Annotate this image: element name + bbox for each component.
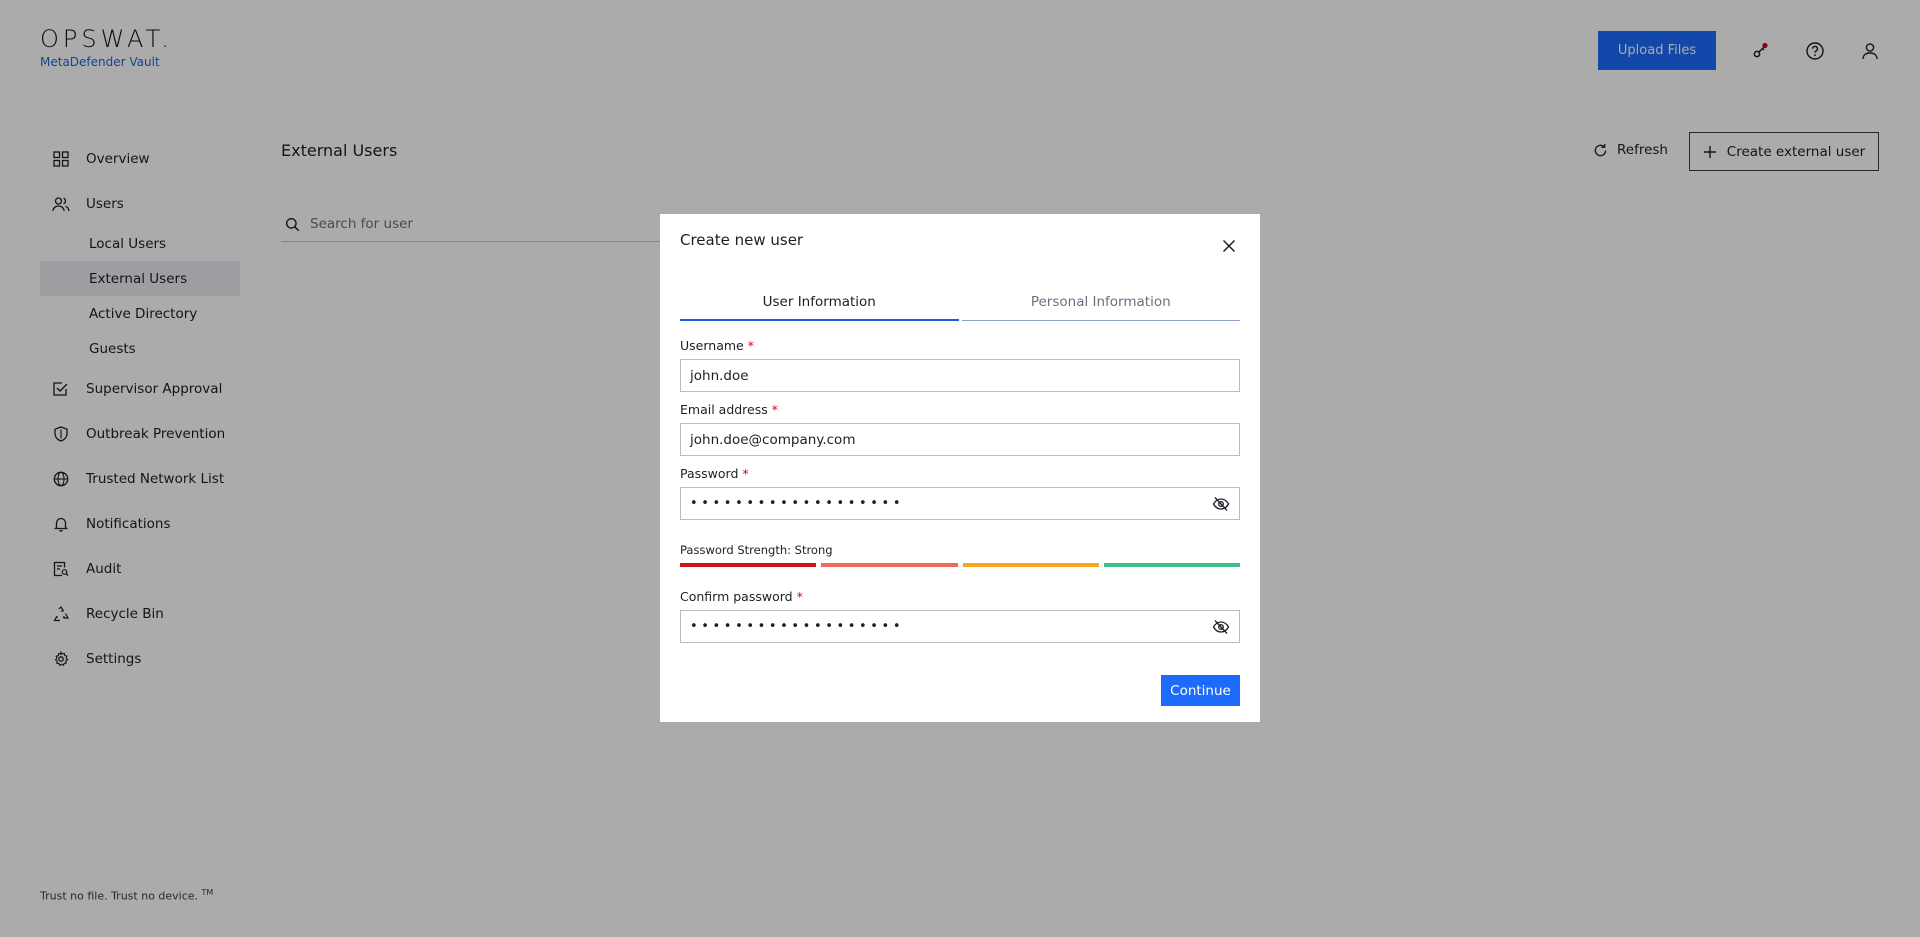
required-marker: * — [742, 466, 749, 481]
email-label-text: Email address — [680, 402, 768, 417]
dialog-tabs: User Information Personal Information — [680, 291, 1240, 321]
password-field[interactable]: ••••••••••••••••••• — [680, 487, 1240, 520]
password-strength-label: Password Strength: Strong — [680, 543, 833, 557]
tab-personal-information[interactable]: Personal Information — [961, 291, 1240, 321]
strength-segment-1 — [680, 563, 817, 567]
email-value: john.doe@company.com — [690, 431, 856, 448]
close-icon[interactable] — [1221, 238, 1237, 254]
required-marker: * — [796, 589, 803, 604]
confirm-password-value: ••••••••••••••••••• — [690, 619, 905, 634]
password-label: Password * — [680, 466, 749, 481]
eye-off-icon[interactable] — [1212, 496, 1230, 512]
required-marker: * — [771, 402, 779, 417]
confirm-password-label-text: Confirm password — [680, 589, 793, 604]
tab-user-information[interactable]: User Information — [680, 291, 959, 321]
create-user-dialog: Create new user User Information Persona… — [660, 214, 1260, 722]
username-value: john.doe — [690, 367, 749, 384]
username-label-text: Username — [680, 338, 744, 353]
password-strength-meter — [680, 563, 1240, 567]
confirm-password-field[interactable]: ••••••••••••••••••• — [680, 610, 1240, 643]
dialog-title: Create new user — [680, 231, 804, 249]
eye-off-icon[interactable] — [1212, 619, 1230, 635]
username-label: Username * — [680, 338, 754, 353]
confirm-password-label: Confirm password * — [680, 589, 803, 604]
strength-segment-4 — [1103, 563, 1240, 567]
email-field[interactable]: john.doe@company.com — [680, 423, 1240, 456]
required-marker: * — [747, 338, 754, 353]
strength-segment-3 — [962, 563, 1099, 567]
password-label-text: Password — [680, 466, 739, 481]
email-label: Email address * — [680, 402, 778, 417]
strength-segment-2 — [821, 563, 958, 567]
continue-button[interactable]: Continue — [1161, 675, 1240, 706]
username-field[interactable]: john.doe — [680, 359, 1240, 392]
password-value: ••••••••••••••••••• — [690, 496, 905, 511]
